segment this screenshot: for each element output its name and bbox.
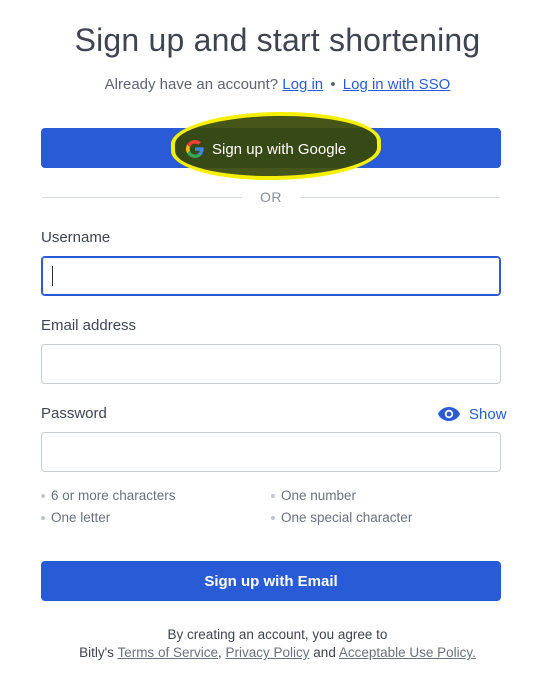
- or-text: OR: [260, 189, 282, 205]
- terms-line-1: By creating an account, you agree to: [167, 627, 388, 642]
- terms-comma: ,: [217, 645, 222, 660]
- login-prompt-text: Already have an account?: [104, 76, 279, 93]
- requirement-text: 6 or more characters: [51, 488, 176, 503]
- bullet-icon: [41, 493, 45, 498]
- bullet-icon: [271, 493, 275, 498]
- terms-line-2: Bitly's Terms of Service, Privacy Policy…: [0, 644, 555, 662]
- email-label: Email address: [41, 317, 137, 334]
- terms-notice: By creating an account, you agree to Bit…: [0, 626, 555, 662]
- show-password-toggle[interactable]: Show: [437, 404, 507, 424]
- terms-and: and: [313, 645, 336, 660]
- password-label: Password: [41, 405, 107, 422]
- show-password-label: Show: [469, 405, 507, 423]
- privacy-policy-link[interactable]: Privacy Policy: [226, 645, 310, 660]
- requirement-item: One number: [271, 488, 356, 503]
- requirement-text: One special character: [281, 510, 413, 525]
- email-input[interactable]: [41, 344, 501, 384]
- acceptable-use-policy-link[interactable]: Acceptable Use Policy.: [339, 645, 476, 660]
- text-cursor: [52, 266, 53, 286]
- google-g-icon: [186, 140, 204, 158]
- requirement-text: One letter: [51, 510, 111, 525]
- bullet-icon: [41, 515, 45, 520]
- login-link[interactable]: Log in: [282, 76, 323, 93]
- divider-line-right: [300, 196, 500, 198]
- sso-login-link[interactable]: Log in with SSO: [343, 76, 451, 93]
- google-signup-button-content[interactable]: Sign up with Google: [186, 138, 346, 160]
- divider-line-left: [42, 196, 242, 198]
- password-input[interactable]: [41, 432, 501, 472]
- or-divider: OR: [41, 187, 501, 207]
- page-title: Sign up and start shortening: [74, 22, 481, 58]
- terms-of-service-link[interactable]: Terms of Service: [117, 645, 218, 660]
- separator-dot: •: [330, 76, 336, 93]
- username-label: Username: [41, 229, 111, 246]
- terms-prefix: Bitly's: [79, 645, 114, 660]
- requirement-item: One special character: [271, 510, 412, 525]
- username-input[interactable]: [41, 256, 501, 296]
- requirement-item: One letter: [41, 510, 110, 525]
- eye-icon: [437, 406, 461, 422]
- bullet-icon: [271, 515, 275, 520]
- email-signup-button[interactable]: Sign up with Email: [41, 561, 501, 601]
- google-signup-label: Sign up with Google: [212, 140, 347, 158]
- requirement-text: One number: [281, 488, 357, 503]
- login-prompt-line: Already have an account? Log in • Log in…: [0, 76, 555, 93]
- requirement-item: 6 or more characters: [41, 488, 176, 503]
